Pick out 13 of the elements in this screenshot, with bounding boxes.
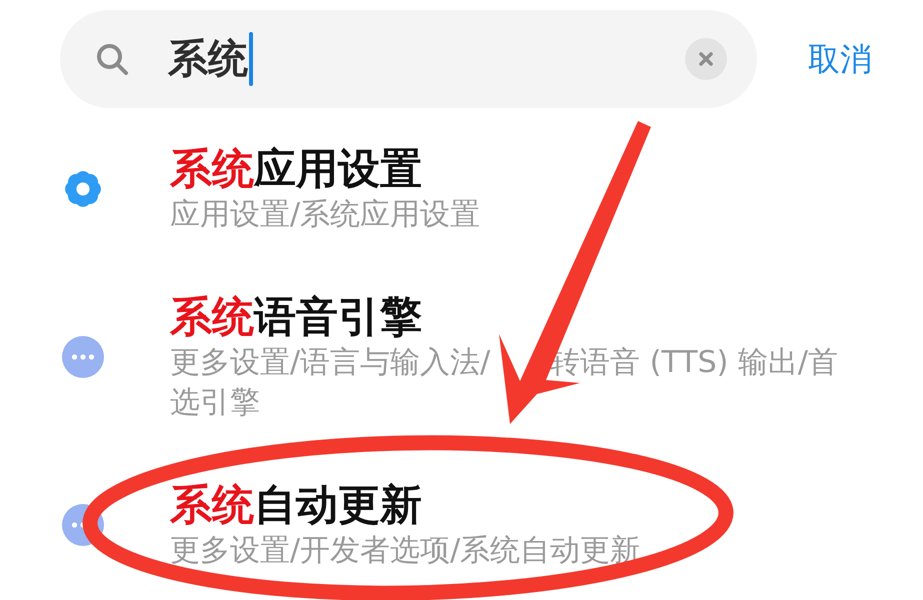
result-title[interactable]: 系统自动更新 <box>170 479 855 531</box>
search-query: 系统 <box>168 35 248 84</box>
more-icon <box>62 504 104 546</box>
result-title[interactable]: 系统语音引擎 <box>170 291 855 343</box>
result-title[interactable]: 系统应用设置 <box>170 143 855 195</box>
clear-icon[interactable] <box>685 38 727 80</box>
result-path: 应用设置/系统应用设置 <box>170 196 482 234</box>
search-icon <box>97 44 128 74</box>
result-path: 更多设置/开发者选项/系统自动更新 <box>170 532 642 570</box>
more-icon <box>62 336 104 378</box>
search-field[interactable]: 系统 <box>60 10 757 108</box>
text-cursor <box>249 32 253 86</box>
cancel-button[interactable]: 取消 <box>808 39 872 79</box>
